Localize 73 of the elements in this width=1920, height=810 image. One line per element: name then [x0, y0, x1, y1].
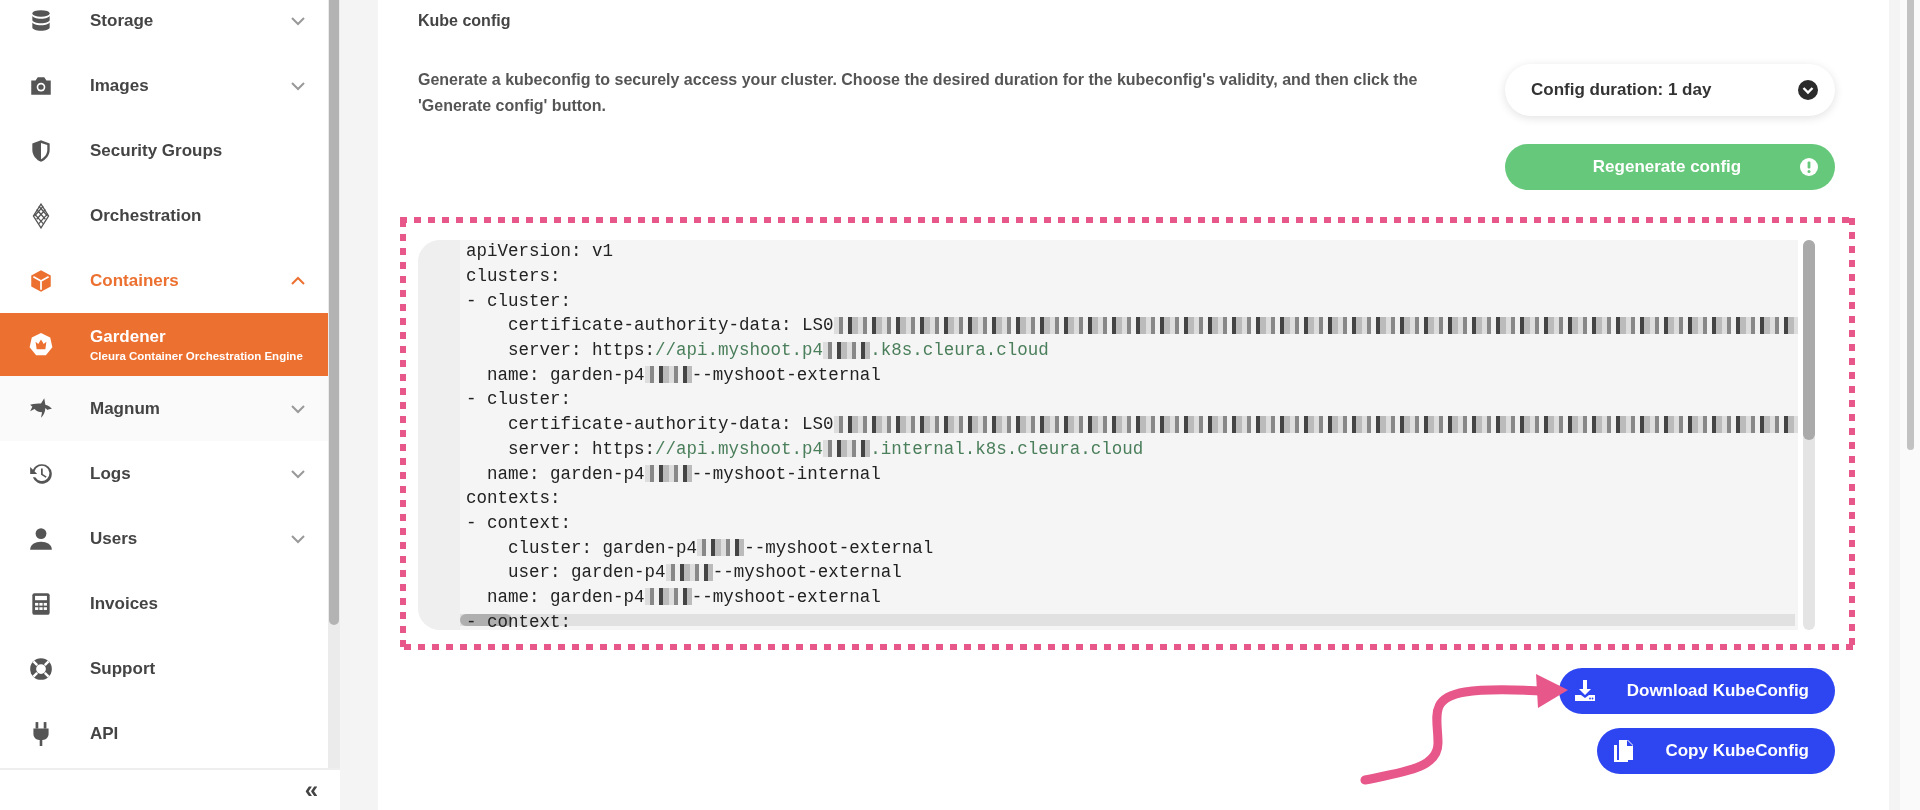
sidebar-item[interactable]: Orchestration: [0, 183, 328, 248]
redacted-block: [823, 440, 871, 458]
vertical-scrollbar[interactable]: [1803, 240, 1815, 630]
sidebar-item-label: Security Groups: [90, 140, 224, 161]
code-text: cluster: garden-p4: [507, 537, 698, 558]
code-text: --myshoot-external: [691, 364, 881, 385]
page-scrollbar[interactable]: [1900, 0, 1920, 810]
collapse-button[interactable]: «: [304, 778, 318, 802]
cube-icon: [28, 267, 54, 294]
copy-icon: [1611, 739, 1636, 763]
code-text: - context:: [466, 512, 572, 533]
code-text: server: https:: [507, 438, 656, 459]
sidebar-item-label: Gardener: [90, 327, 167, 347]
sidebar-item[interactable]: Logs: [0, 441, 328, 506]
sidebar-item[interactable]: Storage: [0, 0, 328, 53]
code-text: user: garden-p4: [507, 562, 666, 583]
sidebar-item-label: Orchestration: [90, 205, 203, 226]
person-icon: [28, 525, 54, 552]
code-text: server: https:: [507, 340, 656, 361]
sidebar-item[interactable]: Security Groups: [0, 118, 328, 183]
sidebar-item-label: Containers: [90, 270, 180, 291]
code-text: name: garden-p4: [486, 364, 645, 385]
redacted-block: [823, 341, 871, 359]
sidebar-item[interactable]: Images: [0, 53, 328, 118]
warning-icon: [1799, 157, 1819, 177]
code-text: certificate-authority-data: LS0: [507, 414, 834, 435]
sidebar-item[interactable]: Users: [0, 506, 328, 571]
sidebar-item[interactable]: Magnum: [0, 376, 328, 441]
code-text: - context:: [466, 611, 572, 630]
code-text: contexts:: [466, 488, 561, 509]
code-url-text: //api.myshoot.p4: [655, 438, 824, 459]
sidebar-item-label: Invoices: [90, 593, 160, 614]
download-button[interactable]: Download KubeConfig: [1558, 668, 1835, 714]
sidebar-item-label: API: [90, 723, 120, 744]
code-text: --myshoot-external: [744, 537, 934, 558]
sidebar-item-label: Magnum: [90, 398, 161, 419]
redacted-block: [665, 563, 713, 581]
section-title: Kube config: [418, 12, 512, 30]
code-text: name: garden-p4: [486, 586, 645, 607]
sidebar-item-label: Support: [90, 658, 157, 679]
download-icon: [1572, 679, 1597, 703]
sidebar-item[interactable]: API: [0, 701, 328, 766]
redacted-block: [644, 465, 692, 483]
sidebar-item[interactable]: Support: [0, 636, 328, 701]
redacted-block: [644, 366, 692, 384]
sidebar-item-label: Logs: [90, 463, 132, 484]
redacted-block: [644, 588, 692, 606]
code-url-text: .k8s.cleura.cloud: [870, 340, 1049, 361]
code-text: - cluster:: [466, 389, 572, 410]
sidebar-item-label: Images: [90, 75, 150, 96]
duration-dropdown[interactable]: Config duration: 1 day: [1505, 64, 1835, 116]
code-url-text: //api.myshoot.p4: [655, 340, 824, 361]
code-text: - cluster:: [466, 290, 572, 311]
horizontal-scrollbar[interactable]: [460, 614, 1795, 626]
crown-icon: [28, 331, 54, 358]
sidebar-item[interactable]: Invoices: [0, 571, 328, 636]
code-text: clusters:: [466, 266, 561, 287]
code-text: apiVersion: v1: [466, 241, 614, 262]
code-text: --myshoot-internal: [691, 463, 881, 484]
copy-button[interactable]: Copy KubeConfig: [1597, 728, 1835, 774]
scrollbar[interactable]: [328, 0, 340, 768]
code-text: --myshoot-external: [691, 586, 881, 607]
code-text: certificate-authority-data: LS0: [507, 315, 834, 336]
redacted-block: [697, 539, 745, 557]
chevron-icon: [1797, 79, 1819, 101]
description-text: Generate a kubeconfig to securely access your cluster. Choose the desired duration for the kubeconfig's validity, and then click the 'Generate config' button.: [418, 70, 1419, 116]
sidebar-item-label: Users: [90, 528, 139, 549]
sidebar-item-label: Storage: [90, 10, 155, 31]
code-url-text: .internal.k8s.cleura.cloud: [870, 438, 1144, 459]
code-text: --myshoot-external: [712, 562, 902, 583]
lifebuoy-icon: [28, 655, 54, 682]
sidebar-item-subtitle: Cleura Container Orchestration Engine: [90, 350, 304, 362]
code-text: name: garden-p4: [486, 463, 645, 484]
